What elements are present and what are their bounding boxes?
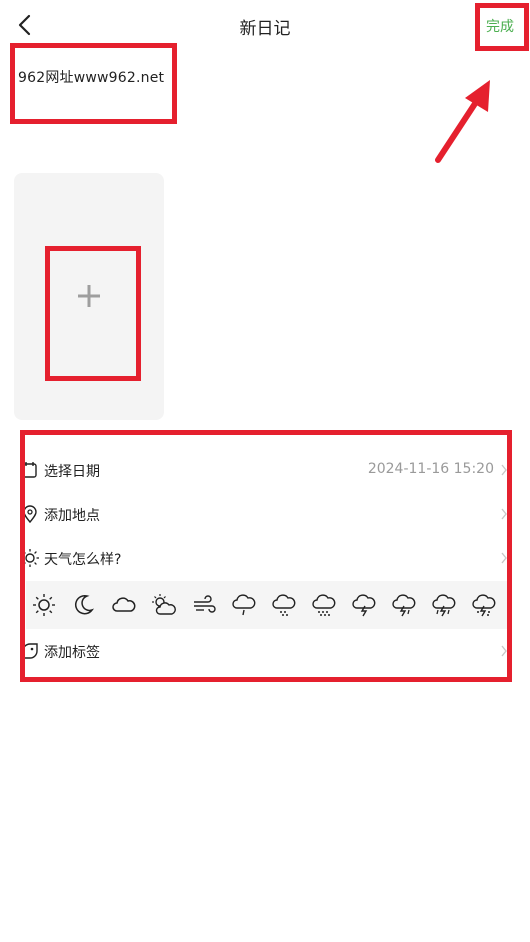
annotation-box-options (20, 430, 512, 682)
annotation-box-done (475, 3, 529, 51)
annotation-box-text (10, 43, 177, 124)
annotation-arrow-icon (435, 80, 490, 163)
page-title: 新日记 (239, 19, 291, 39)
annotation-box-photo (45, 246, 141, 381)
